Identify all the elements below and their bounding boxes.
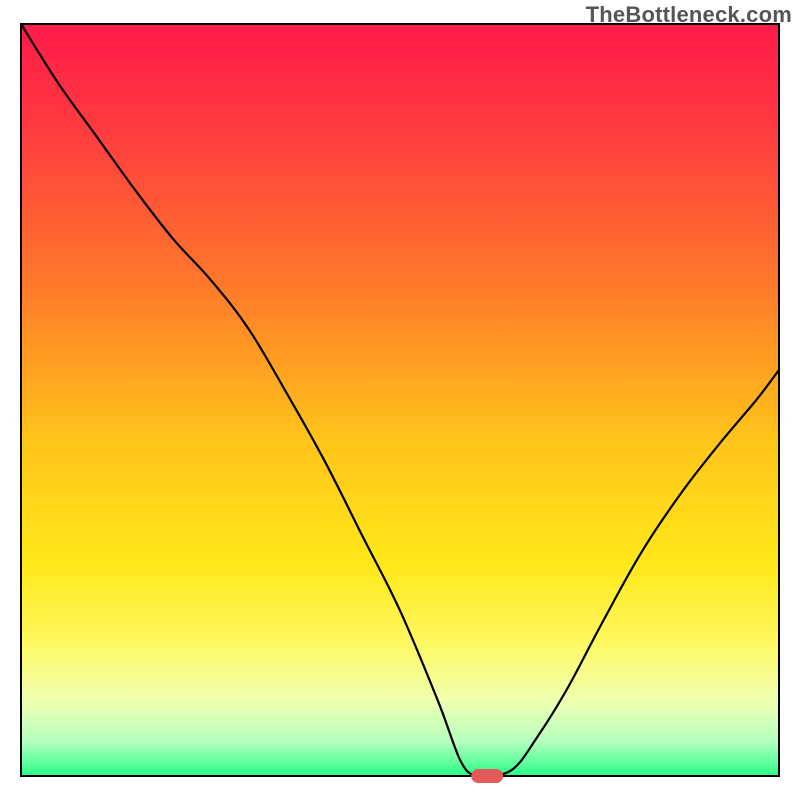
minimum-marker bbox=[471, 769, 503, 783]
plot-background bbox=[22, 25, 778, 775]
bottleneck-chart bbox=[0, 0, 800, 800]
chart-container: TheBottleneck.com bbox=[0, 0, 800, 800]
watermark-text: TheBottleneck.com bbox=[586, 2, 792, 28]
